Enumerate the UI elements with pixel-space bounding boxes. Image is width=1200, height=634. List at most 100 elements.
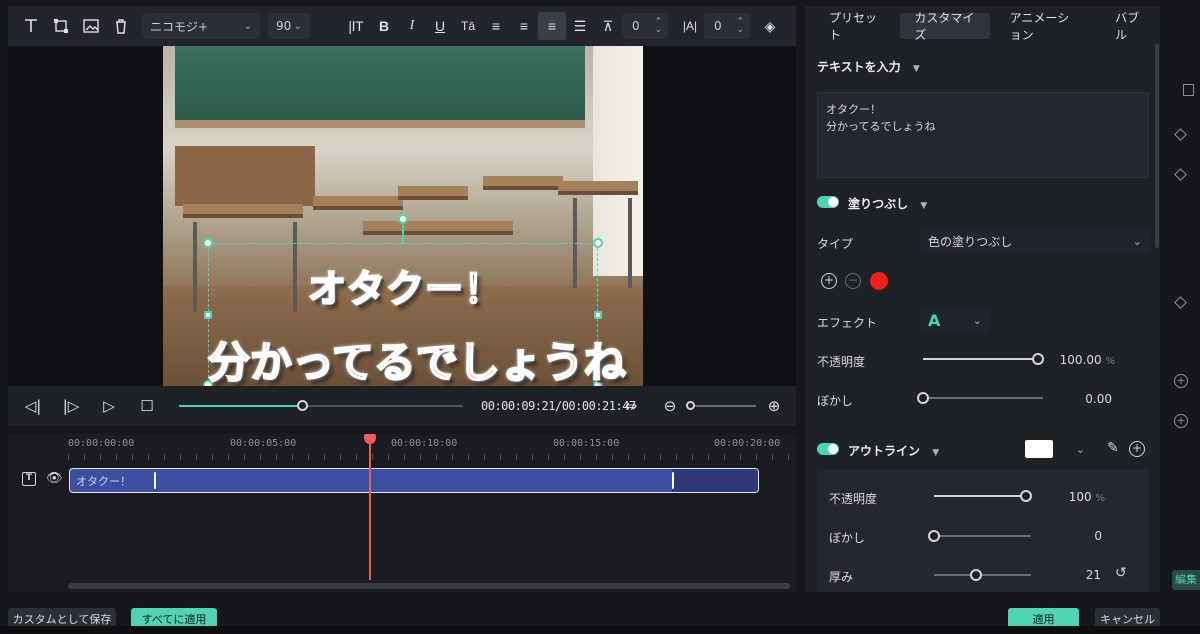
keyframe-icon[interactable]: [1174, 168, 1187, 181]
outline-blur-slider[interactable]: [928, 530, 1031, 542]
align-center-icon[interactable]: ≡: [538, 12, 566, 40]
delete-icon[interactable]: [106, 11, 136, 41]
side-strip: + + 編集: [1168, 0, 1200, 634]
panel-scrollbar[interactable]: [1155, 44, 1159, 248]
add-keyframe-icon[interactable]: +: [1174, 414, 1188, 428]
tab-bubble[interactable]: バブル: [1101, 11, 1160, 42]
fill-opacity-label: 不透明度: [817, 355, 866, 369]
playhead[interactable]: [364, 434, 376, 580]
fill-blur-knob[interactable]: [917, 392, 929, 404]
outline-opacity-value: 100 %: [1045, 490, 1105, 504]
rotate-handle[interactable]: [398, 214, 408, 224]
italic-icon[interactable]: I: [398, 12, 426, 40]
line-spacing-input[interactable]: 0 ⌃ ⌄: [704, 13, 750, 39]
align-justify-icon[interactable]: ☰: [566, 12, 594, 40]
outline-blur-knob[interactable]: [928, 530, 940, 542]
fill-opacity-knob[interactable]: [1032, 353, 1044, 365]
vertical-text-icon[interactable]: ⊼: [594, 12, 622, 40]
resize-handle-tr[interactable]: [593, 238, 603, 248]
image-icon[interactable]: [76, 11, 106, 41]
add-text-icon[interactable]: [16, 11, 46, 41]
remove-color-icon[interactable]: −: [845, 273, 861, 289]
eye-icon[interactable]: 👁: [46, 471, 63, 486]
outline-opacity-knob[interactable]: [1020, 490, 1032, 502]
play-icon[interactable]: ▷: [90, 397, 128, 415]
align-right-icon[interactable]: ≡: [510, 12, 538, 40]
playback-knob[interactable]: [297, 400, 308, 411]
stop-icon[interactable]: ☐: [128, 397, 166, 415]
clip-trim-handle[interactable]: [154, 472, 156, 489]
zoom-knob[interactable]: [686, 401, 695, 410]
caret-down-icon: ▼: [912, 64, 920, 74]
line-spacing-icon[interactable]: |A|: [676, 12, 704, 40]
text-input-heading[interactable]: テキストを入力 ▼: [817, 58, 920, 75]
bold-icon[interactable]: B: [370, 12, 398, 40]
desk: [398, 186, 468, 200]
reset-icon[interactable]: ↺: [1115, 565, 1127, 581]
effect-value: A: [928, 310, 941, 330]
resize-handle-left[interactable]: [204, 311, 212, 319]
resize-handle-tl[interactable]: [203, 238, 213, 248]
caption-line-2[interactable]: 分かってるでしょうね: [207, 329, 627, 386]
keyframe-icon[interactable]: [1174, 128, 1187, 141]
caption-line-1[interactable]: オタクー！: [307, 258, 503, 313]
tab-animation[interactable]: アニメーション: [996, 11, 1096, 42]
thickness-knob[interactable]: [969, 569, 982, 581]
zoom-in-icon[interactable]: ⊕: [755, 397, 793, 415]
fill-heading[interactable]: 塗りつぶし ▼: [848, 195, 927, 212]
fill-type-label: タイプ: [817, 237, 854, 251]
fill-type-select[interactable]: 色の塗りつぶし ⌄: [920, 229, 1150, 253]
font-select[interactable]: ニコモジ+ ⌄: [142, 13, 260, 39]
add-outline-icon[interactable]: +: [1129, 441, 1145, 457]
chevron-down-icon: ⌄: [972, 313, 982, 327]
playhead-handle[interactable]: [364, 434, 376, 444]
clip-label: オタクー！: [76, 475, 131, 488]
next-frame-icon[interactable]: |▷: [52, 397, 90, 415]
add-keyframe-icon[interactable]: +: [1174, 374, 1188, 388]
desk: [558, 181, 638, 195]
stepper-icon[interactable]: ⌃ ⌄: [654, 18, 662, 35]
tab-customize[interactable]: カスタマイズ: [900, 11, 990, 42]
zoom-out-icon[interactable]: ⊖: [651, 397, 689, 415]
fill-blur-value: 0.00: [1085, 392, 1112, 406]
timeline[interactable]: 00:00:00:00 00:00:05:00 00:00:10:00 00:0…: [8, 434, 796, 592]
letter-spacing-input[interactable]: 0 ⌃ ⌄: [622, 13, 668, 39]
align-left-icon[interactable]: ≡: [482, 12, 510, 40]
properties-panel: プリセット カスタマイズ アニメーション バブル テキストを入力 ▼ オタクー！…: [805, 6, 1160, 592]
outline-toggle[interactable]: [817, 443, 839, 455]
resize-handle-right[interactable]: [594, 311, 602, 319]
text-clip[interactable]: オタクー！: [69, 468, 759, 493]
timeline-scrollbar[interactable]: [68, 583, 790, 589]
outline-heading[interactable]: アウトライン ▼: [848, 442, 939, 459]
fill-blur-slider[interactable]: [917, 392, 1043, 404]
thickness-slider[interactable]: [934, 569, 1031, 581]
text-input-field[interactable]: オタクー！ 分かってるでしょうね: [817, 92, 1149, 178]
eyedropper-icon[interactable]: ✎: [1107, 440, 1119, 456]
outline-color-picker[interactable]: ⌄: [1025, 438, 1093, 460]
text-input-heading-label: テキストを入力: [817, 60, 901, 74]
text-case-icon[interactable]: Tā: [454, 12, 482, 40]
layers-icon[interactable]: ◈: [756, 12, 784, 40]
underline-icon[interactable]: U: [426, 12, 454, 40]
font-size-value: 90: [276, 19, 292, 33]
char-spacing-icon[interactable]: |lT: [342, 12, 370, 40]
playback-progress[interactable]: [179, 400, 463, 411]
edit-button[interactable]: 編集: [1172, 570, 1200, 590]
prev-frame-icon[interactable]: ◁|: [14, 397, 52, 415]
tab-preset[interactable]: プリセット: [815, 11, 894, 42]
fill-color-swatch[interactable]: [870, 272, 888, 290]
stepper-icon[interactable]: ⌃ ⌄: [736, 18, 744, 35]
fit-width-icon[interactable]: ⇔: [612, 397, 650, 415]
transform-icon[interactable]: [46, 11, 76, 41]
add-color-icon[interactable]: +: [821, 273, 837, 289]
zoom-slider[interactable]: [686, 401, 756, 410]
outline-opacity-number: 100: [1068, 490, 1092, 504]
effect-select[interactable]: A ⌄: [920, 308, 990, 332]
keyframe-icon[interactable]: [1174, 296, 1187, 309]
save-icon[interactable]: [1183, 84, 1194, 96]
clip-trim-handle[interactable]: [672, 472, 674, 489]
font-size-select[interactable]: 90 ⌄: [268, 13, 310, 39]
outline-opacity-slider[interactable]: [934, 490, 1032, 502]
fill-toggle[interactable]: [817, 196, 839, 208]
fill-opacity-slider[interactable]: [923, 353, 1044, 365]
